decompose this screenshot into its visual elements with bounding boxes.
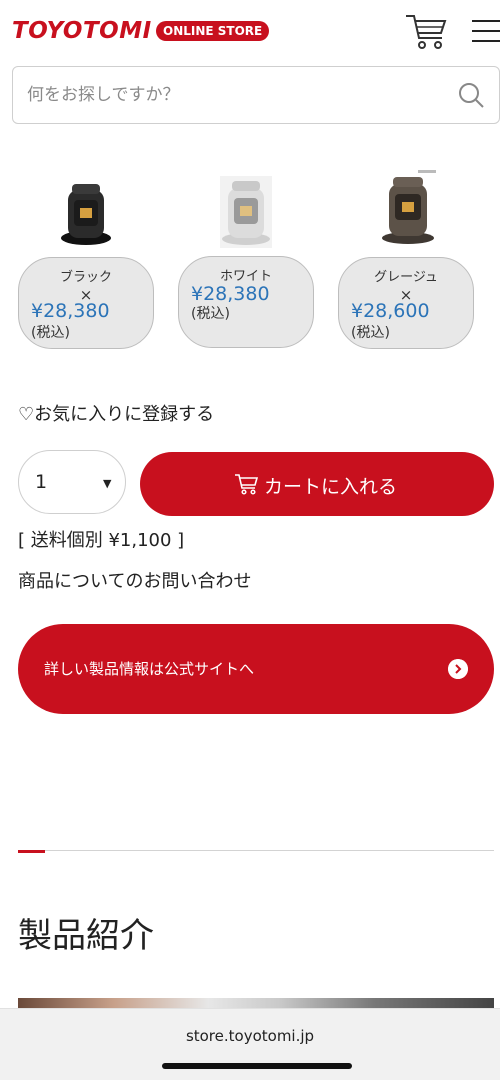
heater-image <box>220 176 272 248</box>
menu-line-icon <box>472 30 500 32</box>
home-indicator[interactable] <box>162 1063 352 1069</box>
product-inquiry-link[interactable]: 商品についてのお問い合わせ <box>18 567 251 593</box>
official-site-label: 詳しい製品情報は公式サイトへ <box>44 660 255 678</box>
variant-tax-note: (税込) <box>31 325 70 341</box>
shipping-fee-text: [ 送料個別 ¥1,100 ] <box>18 530 185 551</box>
cart-button[interactable] <box>404 12 448 52</box>
add-to-cart-label: カートに入れる <box>264 476 398 498</box>
variant-card[interactable]: ブラック × ¥28,380 (税込) <box>18 257 154 349</box>
section-divider-accent <box>18 850 45 853</box>
add-to-cart-button[interactable]: カートに入れる <box>140 452 494 516</box>
variant-name: グレージュ <box>374 270 438 285</box>
cart-icon <box>406 15 447 49</box>
add-to-favorites-link[interactable]: ♡お気に入りに登録する <box>18 400 214 426</box>
variant-price: ¥28,600 <box>351 300 430 322</box>
section-title: 製品紹介 <box>18 916 154 956</box>
quantity-select[interactable]: 1 ▼ <box>18 450 126 514</box>
section-divider <box>18 850 494 851</box>
heater-image <box>61 184 111 245</box>
quantity-value: 1 <box>35 471 48 493</box>
menu-line-icon <box>472 20 500 22</box>
brand-logo[interactable]: TOYOTOMI <box>12 18 152 44</box>
chevron-down-icon: ▼ <box>103 477 112 490</box>
menu-line-icon <box>472 40 500 42</box>
search-input[interactable] <box>27 67 447 123</box>
heater-image <box>382 170 436 244</box>
variant-card[interactable]: グレージュ × ¥28,600 (税込) <box>338 257 474 349</box>
variant-price: ¥28,380 <box>31 300 110 322</box>
variant-name: ブラック <box>59 270 112 285</box>
cart-icon <box>235 474 258 495</box>
search-bar <box>12 66 500 124</box>
site-header: TOYOTOMI ONLINE STORE <box>0 0 500 66</box>
variant-card[interactable]: ホワイト ¥28,380 (税込) <box>178 256 314 348</box>
search-icon[interactable] <box>457 81 485 109</box>
variant-tax-note: (税込) <box>351 325 390 341</box>
official-site-button[interactable]: 詳しい製品情報は公式サイトへ <box>18 624 494 714</box>
url-text: store.toyotomi.jp <box>185 1027 315 1045</box>
variant-price: ¥28,380 <box>191 283 270 305</box>
online-store-badge: ONLINE STORE <box>156 21 270 41</box>
browser-url-bar[interactable]: store.toyotomi.jp <box>0 1008 500 1080</box>
variant-tax-note: (税込) <box>191 306 230 322</box>
hamburger-menu-button[interactable] <box>470 16 500 46</box>
variant-name: ホワイト <box>219 269 272 284</box>
chevron-right-icon <box>448 659 468 679</box>
